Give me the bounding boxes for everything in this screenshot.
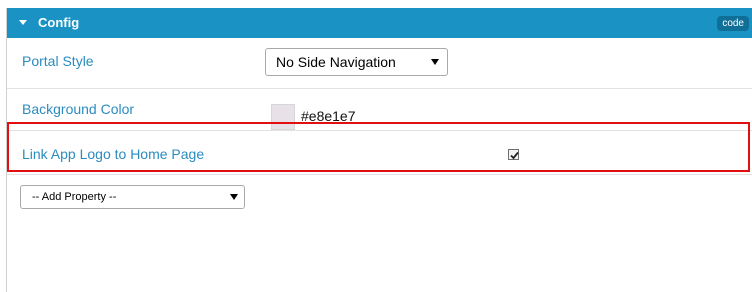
chevron-down-icon: [431, 59, 439, 65]
highlight-box: [7, 122, 750, 172]
chevron-down-icon: [230, 194, 238, 200]
add-property-value: -- Add Property --: [32, 191, 117, 203]
caret-down-icon[interactable]: [19, 20, 27, 25]
portal-style-value: No Side Navigation: [276, 54, 396, 70]
panel-title: Config: [38, 15, 80, 30]
add-property-select[interactable]: -- Add Property --: [20, 185, 245, 209]
portal-style-select[interactable]: No Side Navigation: [265, 48, 448, 76]
row-divider: [7, 174, 752, 175]
portal-style-label: Portal Style: [22, 53, 94, 69]
row-divider: [7, 88, 752, 89]
background-color-label: Background Color: [22, 101, 135, 117]
code-button[interactable]: code: [717, 16, 749, 31]
config-header[interactable]: Config code: [7, 8, 752, 38]
